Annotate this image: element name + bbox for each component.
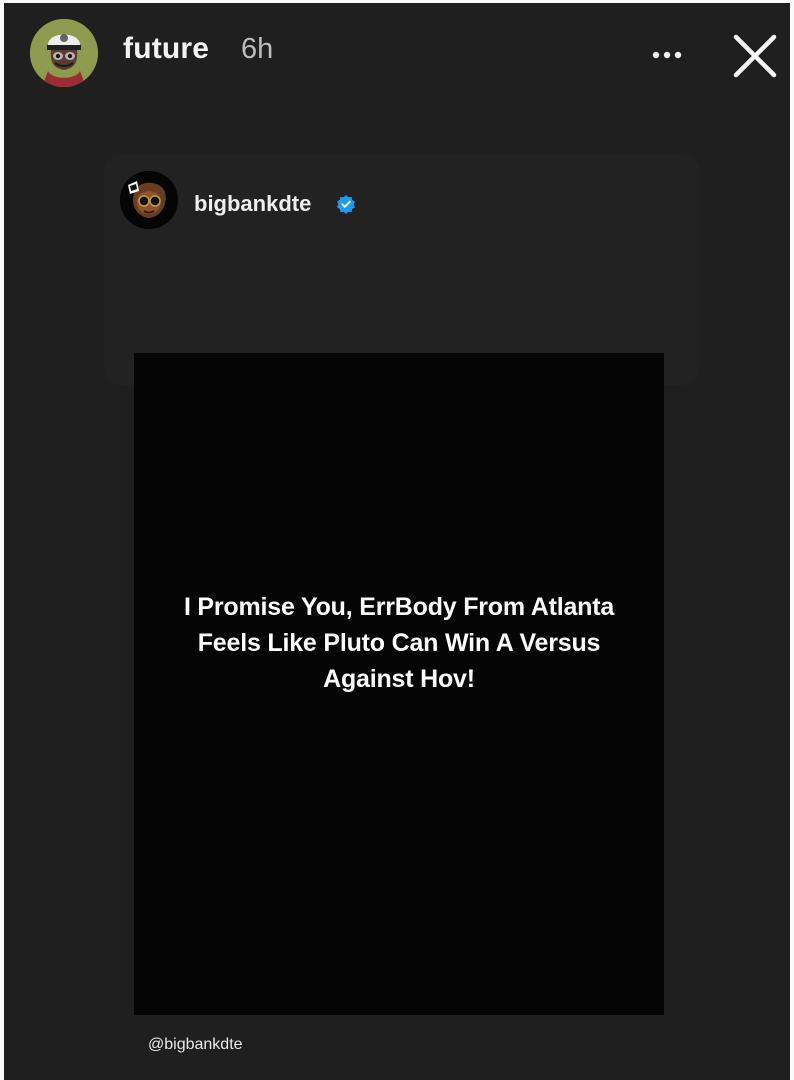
story-header: future 6h — [30, 19, 777, 89]
story-username[interactable]: future — [123, 32, 209, 66]
more-options-button[interactable] — [642, 35, 692, 75]
shared-post-username[interactable]: bigbankdte — [194, 191, 311, 217]
post-image-text: I Promise You, ErrBody From Atlanta Feel… — [183, 593, 615, 693]
close-button[interactable] — [726, 27, 784, 85]
story-viewer: future 6h bigbankdte I Promise You, ErrB… — [0, 0, 794, 1080]
shared-post-image[interactable]: I Promise You, ErrBody From Atlanta Feel… — [134, 353, 664, 1015]
profile-avatar-icon[interactable] — [120, 171, 178, 229]
more-options-icon — [652, 51, 682, 59]
story-time: 6h — [241, 33, 274, 65]
bored-ape-avatar-icon[interactable] — [30, 19, 98, 87]
close-icon — [733, 34, 777, 78]
shared-post-card[interactable]: bigbankdte — [104, 155, 700, 385]
mention-sticker[interactable]: @bigbankdte — [148, 1036, 243, 1054]
verified-badge-icon — [336, 194, 356, 214]
